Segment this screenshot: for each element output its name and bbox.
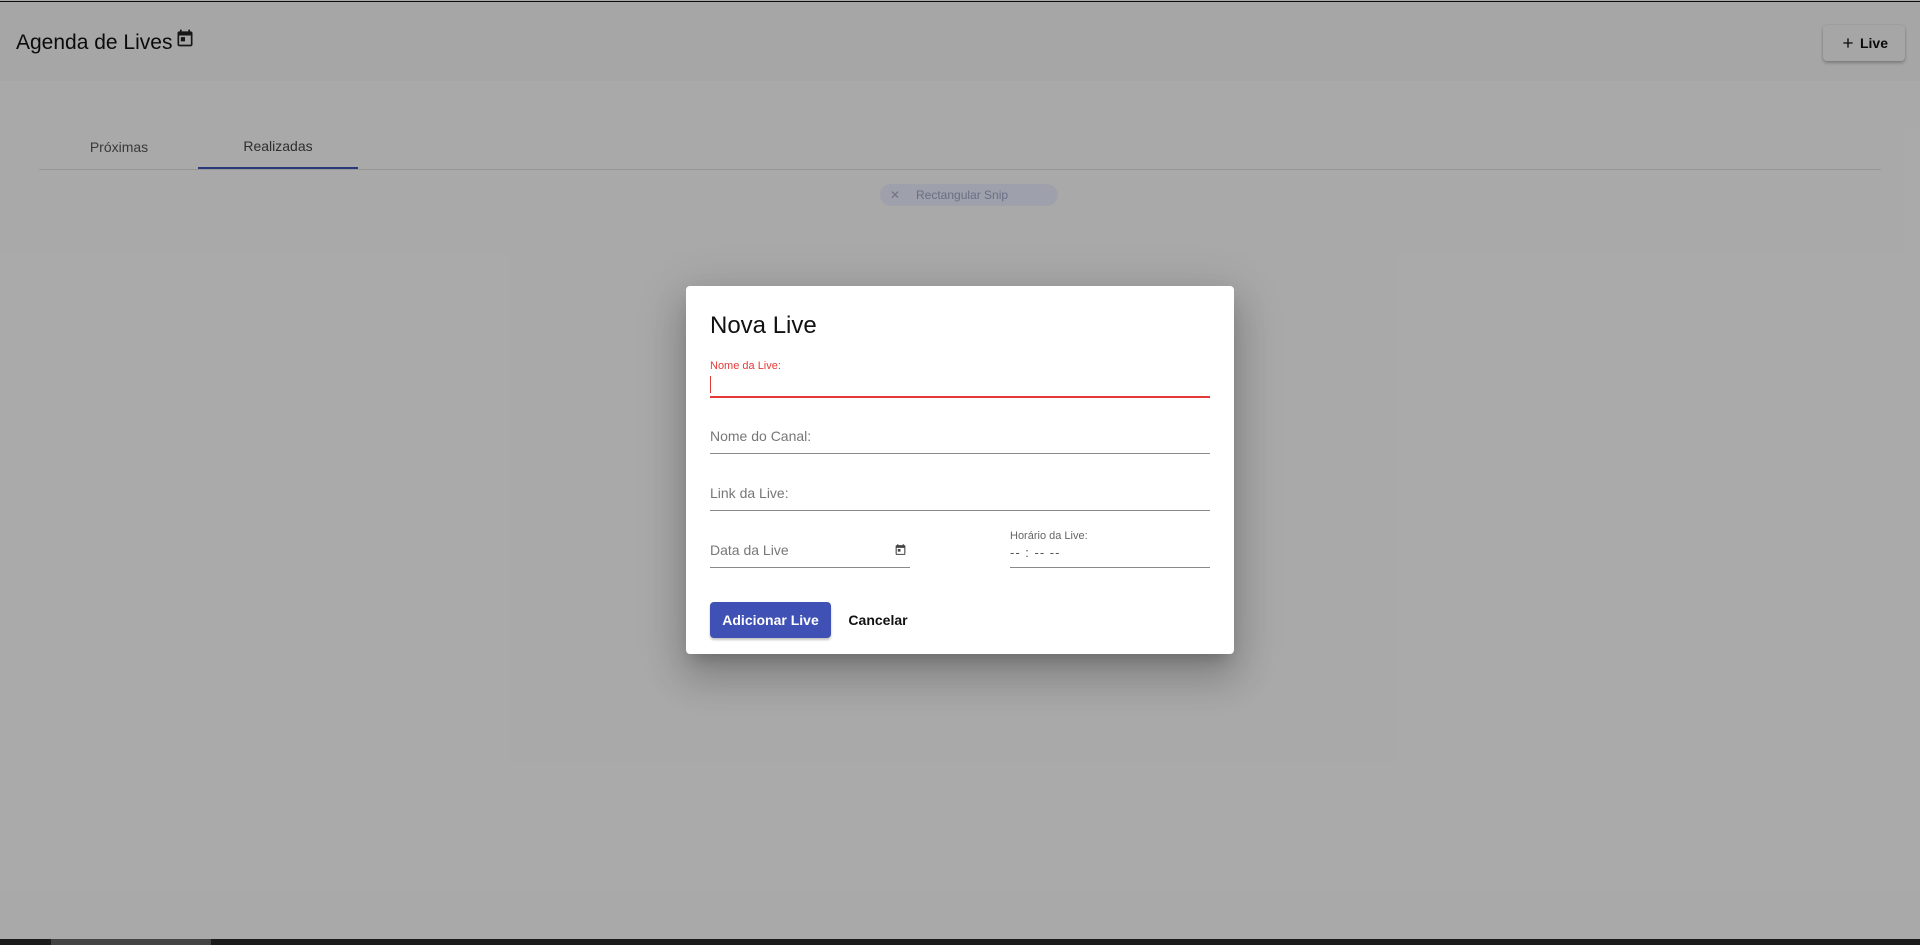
nome-live-label: Nome da Live: [710, 360, 781, 372]
text-caret [710, 376, 711, 393]
nova-live-dialog: Nova Live Nome da Live: Nome do Canal: L… [686, 286, 1234, 654]
nome-canal-placeholder: Nome do Canal: [710, 428, 812, 444]
horario-live-value: -- : -- -- [1010, 545, 1061, 560]
link-live-field[interactable]: Link da Live: [710, 467, 1210, 511]
horario-live-underline [1010, 567, 1210, 568]
link-live-placeholder: Link da Live: [710, 485, 789, 501]
dialog-title: Nova Live [710, 312, 817, 339]
horario-live-label: Horário da Live: [1010, 530, 1088, 542]
cancelar-button[interactable]: Cancelar [843, 602, 913, 638]
taskbar [0, 939, 1920, 945]
taskbar-item[interactable] [51, 939, 211, 945]
link-live-underline [710, 510, 1210, 511]
nome-canal-underline [710, 453, 1210, 454]
nome-canal-field[interactable]: Nome do Canal: [710, 410, 1210, 454]
nome-live-underline [710, 396, 1210, 398]
calendar-icon[interactable] [894, 543, 907, 556]
horario-live-field[interactable]: Horário da Live: -- : -- -- [1010, 524, 1210, 568]
data-live-placeholder: Data da Live [710, 542, 789, 558]
data-live-underline [710, 567, 910, 568]
nome-live-field[interactable]: Nome da Live: [710, 356, 1210, 398]
data-live-field[interactable]: Data da Live [710, 524, 910, 568]
adicionar-live-button[interactable]: Adicionar Live [710, 602, 831, 638]
